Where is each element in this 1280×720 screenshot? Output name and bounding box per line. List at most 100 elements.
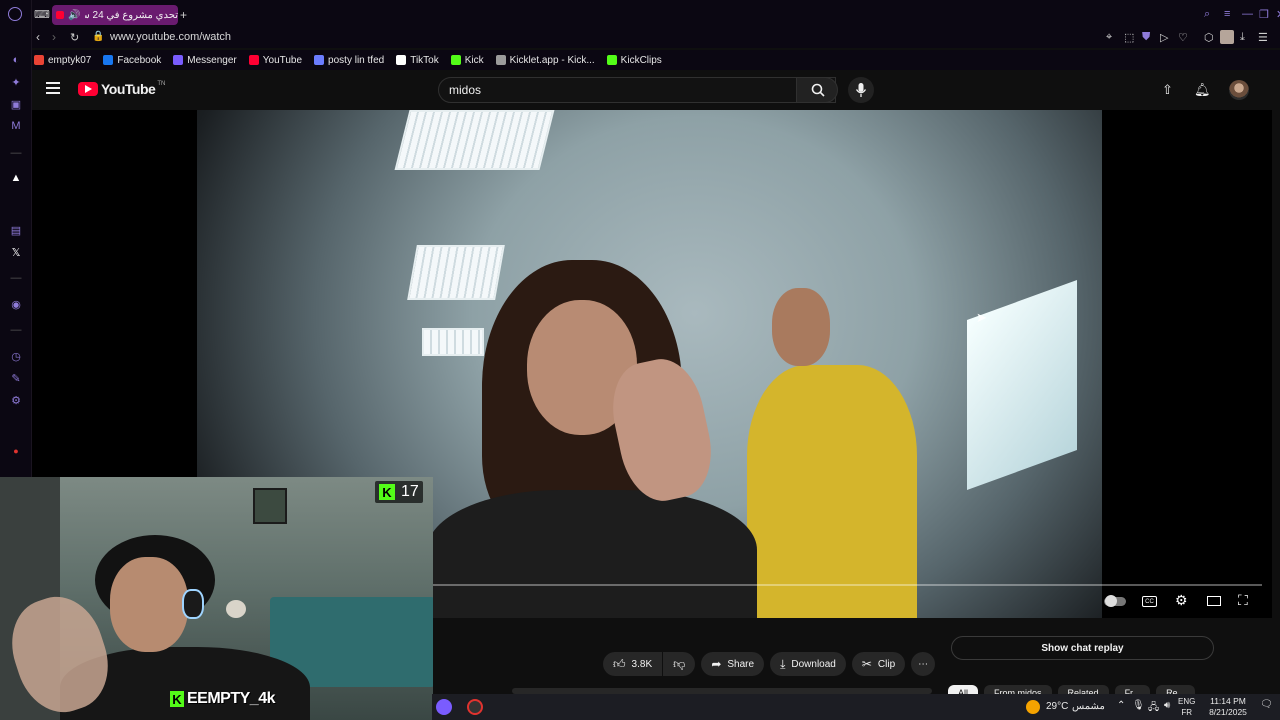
hamburger-menu-icon[interactable] [46,82,60,94]
tab-bar: ⌨ 🔊 تحدي مشروع في 24 ساعة + ⌕ ≡ — ❐ ✕ [32,0,1280,28]
bookmark-label: posty lin tfed [328,54,385,66]
url-field[interactable]: www.youtube.com/watch [110,31,231,43]
settings-gear-icon[interactable]: ⚙ [1175,592,1188,609]
obs-icon[interactable] [467,699,483,715]
show-chat-replay-button[interactable]: Show chat replay [951,636,1214,660]
record-icon[interactable]: ● [8,443,24,459]
download-icon[interactable]: ⤓ [1240,31,1245,44]
settings-icon[interactable]: ⚙ [8,392,24,408]
twitch-icon[interactable]: ▤ [8,222,24,238]
clip-button[interactable]: ✂ Clip [851,652,906,676]
sidebar-app-icon[interactable]: ▲ [8,170,24,186]
posty-icon [314,55,325,65]
windows-taskbar: 29°C مشمس ⌃ 🎙︎ 🖧 🔊︎ ENG FR 11:14 PM 8/21… [432,694,1280,720]
discord-icon[interactable] [436,699,452,715]
aria-icon[interactable]: ◐ [8,52,24,68]
bookmark-label: Facebook [117,54,162,66]
close-window-icon[interactable]: ✕ [1276,8,1280,21]
bookmark-item[interactable]: Kicklet.app - Kick... [495,55,595,66]
maximize-icon[interactable]: ❐ [1259,8,1269,21]
bookmark-item[interactable]: YouTube [248,54,303,66]
progress-bar[interactable] [433,584,1262,586]
search-box[interactable]: ✕ [438,77,836,103]
tab-search-icon[interactable]: ⌨ [34,6,50,22]
messenger-icon [173,55,184,65]
voice-search-button[interactable] [848,77,874,103]
woman-body [427,490,757,618]
clock-time: 11:14 PM [1210,696,1246,706]
player-icon[interactable]: ◉ [8,296,24,312]
profile-icon[interactable] [1220,30,1234,44]
shield-icon[interactable]: ⛊ [1142,31,1150,44]
tab-active[interactable]: 🔊 تحدي مشروع في 24 ساعة [52,5,178,25]
notifications-bell-icon[interactable]: 🔔︎ [1194,82,1211,98]
language-indicator[interactable]: ENG FR [1178,696,1195,718]
account-avatar[interactable] [1229,80,1249,100]
new-tab-button[interactable]: + [180,5,194,25]
minimize-icon[interactable]: — [1242,8,1253,20]
search-input[interactable] [449,83,749,97]
network-icon[interactable]: 🖧 [1148,700,1159,717]
forward-icon[interactable]: › [52,30,56,44]
heart-icon[interactable]: ♡ [1178,31,1188,44]
thumbs-up-icon: 👍︎ [613,656,626,671]
search-button[interactable] [796,77,838,103]
extensions-icon[interactable]: ⬡ [1204,31,1214,44]
bookmark-item[interactable]: TikTok [396,55,439,66]
snapshot-icon[interactable]: ⬚ [1124,31,1134,44]
extension-icon[interactable]: ▣ [8,96,24,112]
search-tabs-icon[interactable]: ⌕ [1204,8,1210,21]
history-icon[interactable]: ◷ [8,348,24,364]
lang-top: ENG [1178,697,1196,706]
tab-title: تحدي مشروع في 24 ساعة [85,9,178,21]
reload-icon[interactable]: ↻ [70,31,79,44]
easy-setup-icon[interactable]: ☰ [1258,31,1268,44]
clock[interactable]: 11:14 PM 8/21/2025 [1202,696,1254,718]
address-bar: ‹ › ↻ 🔒 www.youtube.com/watch ⌖ ⬚ ⛊ ▷ ♡ … [32,28,1280,48]
autoplay-toggle[interactable] [1104,595,1126,607]
ceiling-light [394,110,555,170]
back-icon[interactable]: ‹ [36,30,40,44]
share-button[interactable]: ➦ Share [701,652,765,676]
youtube-icon [248,55,259,65]
clock-date: 8/21/2025 [1209,707,1247,717]
more-actions-button[interactable]: ⋯ [911,652,936,676]
menu-icon[interactable]: ≡ [1224,8,1230,20]
like-button[interactable]: 👍︎ 3.8K [603,652,663,676]
kick-viewer-count: 17 [401,483,419,500]
bookmark-item[interactable]: Kick [450,54,484,66]
mic-tray-icon[interactable]: 🎙︎ [1132,700,1145,711]
m-icon[interactable]: M [8,118,24,134]
bookmark-item[interactable]: emptyk07 [34,55,91,66]
pin-icon[interactable]: ⌖ [1106,31,1112,44]
fullscreen-icon[interactable]: ⛶ [1238,592,1248,609]
ceiling-light [422,328,484,356]
x-icon[interactable]: 𝕏 [8,244,24,260]
notification-icon[interactable]: 🗨 [1260,699,1273,710]
workspace-icon[interactable]: ✦ [8,74,24,90]
like-count: 3.8K [631,658,653,670]
facebook-icon [103,55,114,65]
bookmark-item[interactable]: KickClips [606,55,662,66]
weather-temp: 29°C [1046,701,1069,712]
theater-mode-icon[interactable] [1207,596,1221,606]
volume-icon[interactable]: 🔊︎ [1164,700,1170,711]
bookmark-item[interactable]: Facebook [103,55,161,66]
opera-logo-icon[interactable] [8,7,22,21]
dislike-button[interactable]: 👎︎ [663,652,696,676]
bookmark-item[interactable]: Messenger [173,55,237,66]
play-icon[interactable]: ▷ [1160,31,1168,44]
kick-icon [450,55,461,65]
youtube-logo[interactable]: YouTube TN [78,81,165,97]
divider-icon: — [10,147,22,159]
download-button[interactable]: ⤓ Download [770,652,846,676]
upload-icon[interactable]: ⇧ [1162,82,1173,98]
bookmark-label: Kick [464,54,484,66]
bookmark-item[interactable]: posty lin tfed [314,55,384,66]
tray-chevron-icon[interactable]: ⌃ [1117,700,1125,711]
mouse-cursor-icon: ➤ [976,310,987,325]
captions-icon[interactable]: CC [1142,596,1157,607]
bookmark-label: YouTube [262,54,303,66]
chat-icon[interactable]: ✎ [8,370,24,386]
speaker-icon[interactable]: 🔊 [68,10,80,21]
